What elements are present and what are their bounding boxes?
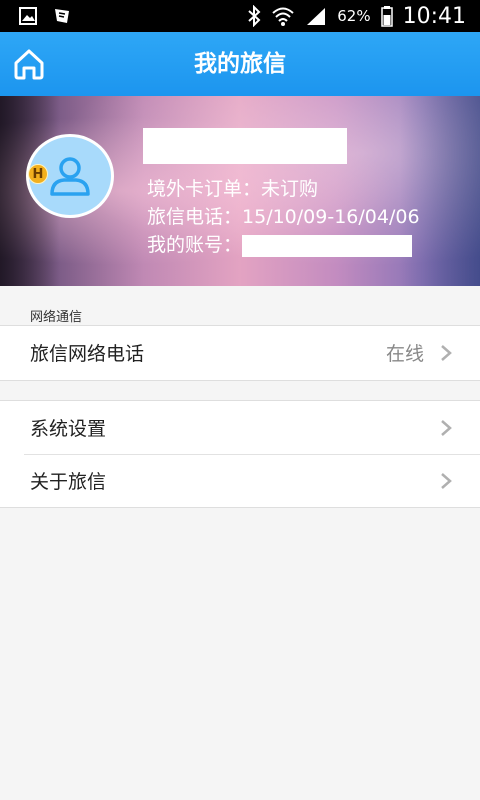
status-bar: 62% 10:41 (0, 0, 480, 32)
settings-group: 系统设置 关于旅信 (0, 400, 480, 508)
banner-shade (400, 96, 480, 286)
network-phone-status: 在线 (385, 343, 424, 365)
travel-phone-value: 15/10/09-16/04/06 (242, 206, 420, 228)
chevron-right-icon (441, 345, 452, 361)
battery-percent: 62% (337, 7, 371, 25)
username-redacted (143, 128, 347, 164)
chevron-right-icon (441, 420, 452, 436)
overseas-order-line: 境外卡订单：未订购 (147, 174, 318, 201)
bluetooth-icon (248, 5, 261, 27)
account-label: 我的账号： (147, 234, 243, 256)
about-row[interactable]: 关于旅信 (0, 454, 480, 507)
signal-icon (307, 8, 326, 25)
clock: 10:41 (402, 3, 466, 29)
page-title: 我的旅信 (194, 51, 286, 77)
chevron-right-icon (441, 473, 452, 489)
network-phone-label: 旅信网络电话 (30, 343, 145, 365)
account-redacted (242, 234, 413, 257)
battery-icon (380, 6, 393, 27)
wifi-icon (272, 7, 294, 26)
level-badge: H (28, 164, 48, 184)
overseas-order-value: 未订购 (261, 178, 319, 200)
app-notification-icon (55, 9, 69, 23)
profile-banner: 境外卡订单：未订购 旅信电话：15/10/09-16/04/06 我的账号： (0, 96, 480, 286)
user-icon (50, 157, 90, 196)
gallery-notification-icon (19, 7, 37, 25)
section-header-network: 网络通信 (30, 310, 83, 325)
travel-phone-label: 旅信电话： (147, 206, 243, 228)
network-group: 旅信网络电话 在线 (0, 325, 480, 381)
system-settings-label: 系统设置 (30, 418, 107, 440)
network-phone-row[interactable]: 旅信网络电话 在线 (0, 326, 480, 379)
system-settings-row[interactable]: 系统设置 (0, 401, 480, 454)
title-bar: 我的旅信 (0, 32, 480, 96)
account-line: 我的账号： (147, 230, 413, 257)
overseas-order-label: 境外卡订单： (147, 178, 262, 200)
about-label: 关于旅信 (30, 471, 107, 493)
travel-phone-line: 旅信电话：15/10/09-16/04/06 (147, 202, 420, 229)
